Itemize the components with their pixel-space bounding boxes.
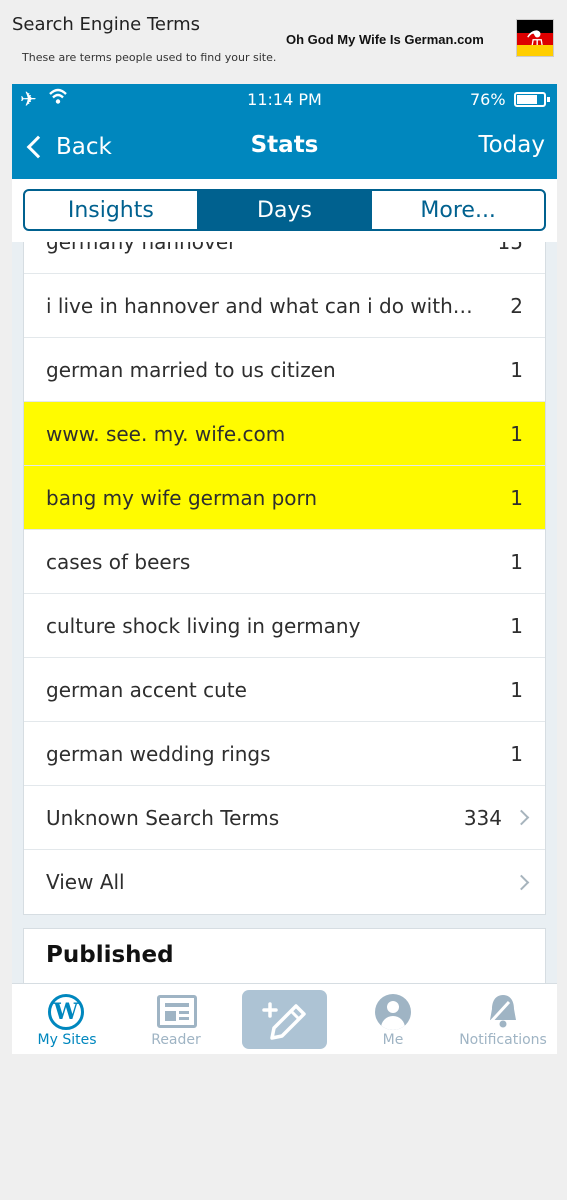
german-flag-logo-icon: ⚗ (516, 19, 554, 57)
tab-label: My Sites (37, 1032, 97, 1048)
reader-icon (157, 995, 197, 1028)
segment-insights[interactable]: Insights (25, 191, 197, 229)
tab-label: Notifications (459, 1032, 547, 1048)
status-bar: ✈ 11:14 PM 76% (12, 84, 557, 115)
wordpress-icon: W (48, 994, 84, 1030)
term-count: 1 (510, 357, 523, 382)
published-title: Published (46, 942, 174, 968)
battery-icon (514, 92, 550, 107)
write-pencil-icon (262, 1002, 306, 1040)
search-terms-card: germany hannover 15 i live in hannover a… (23, 242, 546, 915)
page-subtitle: These are terms people used to find your… (22, 51, 277, 64)
tab-label: Reader (151, 1032, 201, 1048)
term-label: germany hannover (46, 242, 484, 254)
phone-screen: ✈ 11:14 PM 76% Back Stats Today Insights… (12, 84, 557, 1054)
term-count: 1 (510, 549, 523, 574)
term-count: 1 (510, 613, 523, 638)
tab-my-sites[interactable]: W My Sites (12, 984, 122, 1054)
term-count: 2 (510, 293, 523, 318)
term-label: Unknown Search Terms (46, 805, 280, 830)
write-post-button[interactable] (242, 990, 327, 1049)
term-label: cases of beers (46, 549, 191, 574)
term-label: bang my wife german porn (46, 485, 318, 510)
term-label: german accent cute (46, 677, 247, 702)
term-count: 1 (510, 677, 523, 702)
term-row[interactable]: german married to us citizen 1 (24, 338, 545, 402)
term-row-highlighted[interactable]: www. see. my. wife.com 1 (24, 402, 545, 466)
view-all-label: View All (46, 870, 125, 894)
segment-more[interactable]: More... (370, 191, 544, 229)
page-title: Search Engine Terms (12, 14, 200, 35)
tab-reader[interactable]: Reader (121, 984, 231, 1054)
term-row-highlighted[interactable]: bang my wife german porn 1 (24, 466, 545, 530)
term-count: 1 (510, 741, 523, 766)
term-label: www. see. my. wife.com (46, 421, 286, 446)
bell-icon (485, 995, 516, 1028)
tab-bar: W My Sites Reader Me Notifications (12, 983, 557, 1054)
term-count: 15 (498, 242, 523, 254)
term-row[interactable]: german wedding rings 1 (24, 722, 545, 786)
term-count: 334 (463, 805, 502, 830)
term-label: i live in hannover and what can i do wit… (46, 293, 473, 318)
term-row[interactable]: germany hannover 15 (24, 242, 545, 274)
segmented-control: Insights Days More... (23, 189, 546, 231)
term-row[interactable]: german accent cute 1 (24, 658, 545, 722)
stats-content[interactable]: germany hannover 15 i live in hannover a… (12, 242, 557, 983)
published-card[interactable]: Published (23, 928, 546, 983)
term-row[interactable]: culture shock living in germany 1 (24, 594, 545, 658)
nav-bar: Back Stats Today (12, 115, 557, 179)
page-header: Search Engine Terms These are terms peop… (0, 0, 567, 84)
today-button[interactable]: Today (478, 132, 545, 158)
term-row[interactable]: cases of beers 1 (24, 530, 545, 594)
brand-name: Oh God My Wife Is German.com (286, 32, 484, 47)
term-label: german wedding rings (46, 741, 271, 766)
term-row[interactable]: i live in hannover and what can i do wit… (24, 274, 545, 338)
chevron-right-icon (513, 874, 530, 890)
view-all-row[interactable]: View All (24, 850, 545, 914)
battery-percent: 76% (470, 90, 506, 109)
term-label: german married to us citizen (46, 357, 336, 382)
segmented-control-container: Insights Days More... (12, 179, 557, 242)
tab-me[interactable]: Me (338, 984, 448, 1054)
term-count: 1 (510, 485, 523, 510)
term-count: 1 (510, 421, 523, 446)
term-label: culture shock living in germany (46, 613, 361, 638)
unknown-search-terms-row[interactable]: Unknown Search Terms 334 (24, 786, 545, 850)
user-avatar-icon (375, 994, 411, 1030)
tab-notifications[interactable]: Notifications (448, 984, 557, 1054)
chevron-right-icon (513, 809, 530, 826)
segment-days[interactable]: Days (196, 191, 371, 229)
tab-label: Me (382, 1032, 404, 1048)
nav-title: Stats (250, 132, 319, 158)
